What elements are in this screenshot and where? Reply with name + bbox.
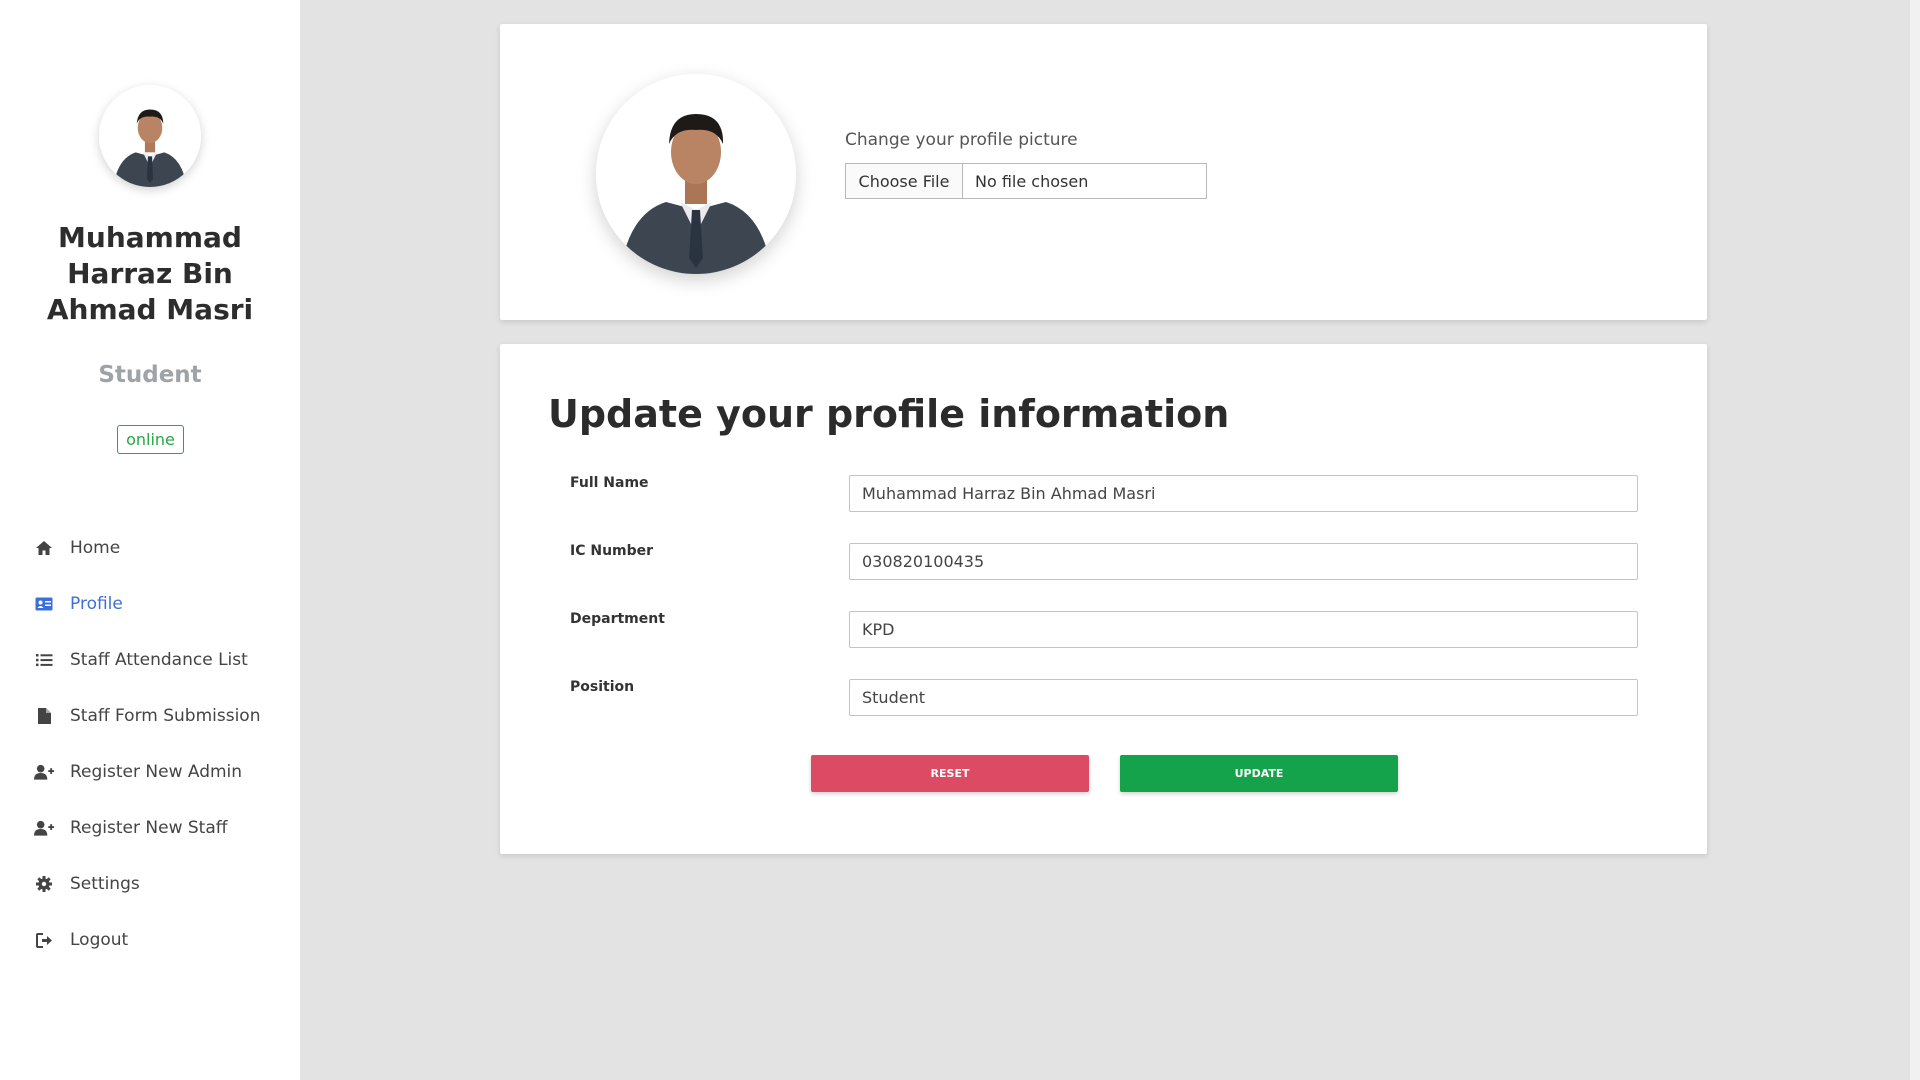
sidebar-item-logout[interactable]: Logout	[0, 912, 300, 968]
sidebar-item-settings[interactable]: Settings	[0, 856, 300, 912]
sidebar-item-label: Logout	[70, 930, 129, 950]
form-row-ic-number: IC Number	[570, 543, 1670, 583]
profile-picture-label: Change your profile picture	[845, 130, 1078, 150]
choose-file-button[interactable]: Choose File	[846, 164, 963, 198]
profile-picture-file-input[interactable]: Choose File No file chosen	[845, 163, 1207, 199]
user-role: Student	[98, 362, 202, 388]
form-title: Update your profile information	[548, 392, 1230, 436]
user-name: Muhammad Harraz Bin Ahmad Masri	[46, 221, 254, 326]
sidebar-item-staff-form-submission[interactable]: Staff Form Submission	[0, 688, 300, 744]
page-scrollbar[interactable]	[1910, 0, 1920, 1080]
profile-form-card: Update your profile information Full Nam…	[500, 344, 1707, 854]
avatar	[99, 85, 201, 187]
list-icon	[34, 650, 54, 670]
position-field[interactable]	[849, 679, 1638, 716]
user-plus-icon	[34, 762, 54, 782]
sidebar-item-label: Staff Form Submission	[70, 706, 261, 726]
sidebar-item-staff-attendance[interactable]: Staff Attendance List	[0, 632, 300, 688]
update-button[interactable]: UPDATE	[1120, 755, 1398, 792]
sidebar-item-profile[interactable]: Profile	[0, 576, 300, 632]
id-card-icon	[34, 594, 54, 614]
sidebar-item-label: Staff Attendance List	[70, 650, 248, 670]
department-field[interactable]	[849, 611, 1638, 648]
form-row-full-name: Full Name	[570, 475, 1670, 515]
home-icon	[34, 538, 54, 558]
department-label: Department	[570, 611, 665, 627]
ic-number-field[interactable]	[849, 543, 1638, 580]
file-icon	[34, 706, 54, 726]
user-plus-icon	[34, 818, 54, 838]
form-row-department: Department	[570, 611, 1670, 651]
sidebar: Muhammad Harraz Bin Ahmad Masri Student …	[0, 0, 300, 1080]
sidebar-item-label: Home	[70, 538, 121, 558]
sidebar-item-label: Register New Staff	[70, 818, 228, 838]
status-badge: online	[117, 425, 184, 454]
file-status-text: No file chosen	[975, 171, 1089, 191]
sidebar-item-home[interactable]: Home	[0, 520, 300, 576]
gear-icon	[34, 874, 54, 894]
profile-photo	[596, 74, 796, 274]
sidebar-item-label: Settings	[70, 874, 140, 894]
full-name-field[interactable]	[849, 475, 1638, 512]
reset-button[interactable]: RESET	[811, 755, 1089, 792]
sidebar-nav: Home Profile Staff Attendance List Staff…	[0, 520, 300, 968]
sidebar-item-register-new-admin[interactable]: Register New Admin	[0, 744, 300, 800]
full-name-label: Full Name	[570, 475, 649, 491]
profile-picture-card: Change your profile picture Choose File …	[500, 24, 1707, 320]
sign-out-icon	[34, 930, 54, 950]
position-label: Position	[570, 679, 635, 695]
form-row-position: Position	[570, 679, 1670, 719]
ic-number-label: IC Number	[570, 543, 654, 559]
sidebar-item-label: Profile	[70, 594, 123, 614]
sidebar-item-register-new-staff[interactable]: Register New Staff	[0, 800, 300, 856]
sidebar-item-label: Register New Admin	[70, 762, 243, 782]
